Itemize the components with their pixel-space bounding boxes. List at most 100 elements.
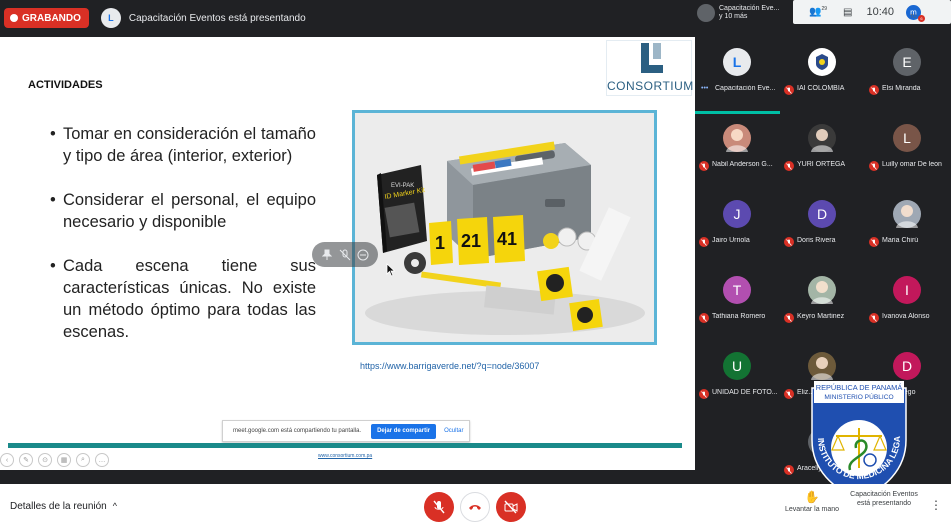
person-photo-icon [896, 205, 918, 228]
mic-muted-icon [699, 313, 709, 323]
participant-tile[interactable]: T Tathiana Romero [695, 266, 780, 342]
participant-tile[interactable]: D Doris Rivera [780, 190, 865, 266]
participants-icon[interactable]: 👥29 [809, 6, 827, 17]
evidence-kit-illustration: EVI-PAK ID Marker Kit 1 21 41 [355, 113, 654, 342]
avatar-initial: D [901, 358, 913, 374]
participant-name: UNIDAD DE FOTO... [712, 389, 778, 396]
participant-name: Nabil Anderson G... [712, 161, 773, 168]
iai-logo-icon [816, 54, 828, 70]
raise-hand-button[interactable]: ✋ Levantar la mano [779, 490, 845, 513]
camera-off-icon [504, 500, 518, 514]
mic-muted-icon [869, 161, 879, 171]
mic-muted-icon [869, 313, 879, 323]
marker-label: 1 [435, 233, 445, 253]
logo-text: CONSORTIUM [607, 79, 694, 93]
mic-muted-icon [784, 465, 794, 475]
participant-tile[interactable]: Nabil Anderson G... [695, 114, 780, 190]
grid-icon[interactable]: ▦ [57, 453, 71, 467]
presenter-thumbnail [697, 4, 715, 22]
presenting-line2: está presentando [856, 500, 912, 507]
consortium-logo: CONSORTIUM [606, 40, 694, 96]
participant-avatar: D [808, 200, 836, 228]
kit-box-label: EVI-PAK [391, 183, 414, 189]
person-photo-icon [726, 129, 748, 152]
clock: 10:40 [866, 6, 894, 18]
participant-avatar: L [893, 124, 921, 152]
participant-avatar: I [893, 276, 921, 304]
participant-name: Jairo Urriola [712, 237, 750, 244]
person-photo-icon [811, 129, 833, 152]
prev-slide-icon[interactable]: ‹ [0, 453, 14, 467]
system-bar: 👥29 ▤ 10:40 m 6 TÚ [793, 0, 951, 24]
presenter-mini-more: y 10 más [719, 13, 748, 20]
pen-icon[interactable]: ✎ [19, 453, 33, 467]
notification-badge: 6 [918, 14, 925, 22]
right-panel-header: Capacitación Eve... y 10 más 👥29 ▤ 10:40… [695, 0, 951, 28]
participant-tile[interactable]: I Ivanova Alonso [865, 266, 950, 342]
participant-tile[interactable]: Maria Chirú [865, 190, 950, 266]
participant-avatar [808, 276, 836, 304]
slide-footer-link[interactable]: www.consortium.com.pa [318, 453, 372, 459]
leave-call-button[interactable] [460, 492, 490, 522]
photo-source-link[interactable]: https://www.barrigaverde.net/?q=node/360… [360, 361, 539, 371]
presenting-button[interactable]: Capacitación Eventos está presentando [848, 490, 920, 508]
marker-label: 41 [497, 229, 517, 249]
mic-muted-icon [784, 389, 794, 399]
participant-tile[interactable]: Keyro Martinez [780, 266, 865, 342]
participant-name: IAI COLOMBIA [797, 85, 845, 92]
mic-muted-icon [784, 161, 794, 171]
meeting-details-button[interactable]: Detalles de la reunión ^ [10, 501, 117, 512]
share-notice: meet.google.com está compartiendo tu pan… [233, 428, 362, 434]
participant-tile[interactable]: J Jairo Urriola [695, 190, 780, 266]
presenter-mini-tile[interactable]: Capacitación Eve... y 10 más [695, 0, 789, 26]
mic-off-icon [433, 500, 445, 514]
remove-icon[interactable] [356, 248, 370, 262]
participant-tile[interactable]: U UNIDAD DE FOTO... [695, 342, 780, 418]
stop-sharing-button[interactable]: Dejar de compartir [371, 423, 437, 439]
participant-tile[interactable]: L Luilly omar De leon [865, 114, 950, 190]
participant-avatar [723, 124, 751, 152]
more-icon[interactable]: … [95, 453, 109, 467]
chat-icon[interactable]: ▤ [843, 7, 852, 18]
participant-name: Ivanova Alonso [882, 313, 930, 320]
bullet-list: Tomar en consideración el tamaño y tipo … [46, 123, 316, 365]
pointer-icon[interactable]: ⊙ [38, 453, 52, 467]
raise-hand-label: Levantar la mano [784, 506, 840, 513]
mic-muted-icon [869, 85, 879, 95]
participants-count: 29 [821, 6, 828, 13]
participant-avatar [893, 200, 921, 228]
account-caption: TÚ [910, 14, 917, 20]
mic-muted-icon [699, 237, 709, 247]
shared-slide: ACTIVIDADES CONSORTIUM Tomar en consider… [0, 37, 695, 470]
avatar-initial: I [905, 282, 909, 298]
search-icon[interactable]: ⌕ [76, 453, 90, 467]
hang-up-icon [469, 505, 481, 510]
chevron-up-icon: ^ [112, 501, 117, 511]
hide-share-bar-button[interactable]: Ocultar [444, 428, 463, 434]
more-options-icon[interactable]: ⋮ [930, 498, 942, 512]
participant-avatar: T [723, 276, 751, 304]
participant-tile[interactable]: IAI COLOMBIA [780, 38, 865, 114]
consortium-mark-icon [641, 43, 663, 73]
presenter-mini-name: Capacitación Eve... [719, 5, 780, 12]
bullet-item: Cada escena tiene sus características ún… [46, 255, 316, 343]
participant-tile[interactable]: YURI ORTEGA [780, 114, 865, 190]
mute-off-icon[interactable] [338, 248, 352, 262]
bottom-controls-bar: Detalles de la reunión ^ ✋ Levantar la ma… [0, 484, 951, 532]
participant-tile[interactable]: L ••• Capacitación Eve... [695, 38, 780, 114]
presenting-line1: Capacitación Eventos [850, 491, 918, 498]
meet-window: GRABANDO L Capacitación Eventos está pre… [0, 0, 951, 532]
participant-tile[interactable]: E Elsi Miranda [865, 38, 950, 114]
mic-off-button[interactable] [424, 492, 454, 522]
participant-avatar: J [723, 200, 751, 228]
presentation-title: Capacitación Eventos está presentando [128, 12, 306, 24]
slide-footer-bar [8, 443, 682, 448]
camera-off-button[interactable] [496, 492, 526, 522]
avatar-initial: J [733, 206, 741, 222]
mic-muted-icon [699, 389, 709, 399]
presenter-avatar: L [100, 8, 121, 28]
hand-icon: ✋ [804, 490, 820, 504]
participant-avatar: D [893, 352, 921, 380]
pin-icon[interactable] [320, 248, 334, 262]
participant-name: Maria Chirú [882, 237, 919, 244]
